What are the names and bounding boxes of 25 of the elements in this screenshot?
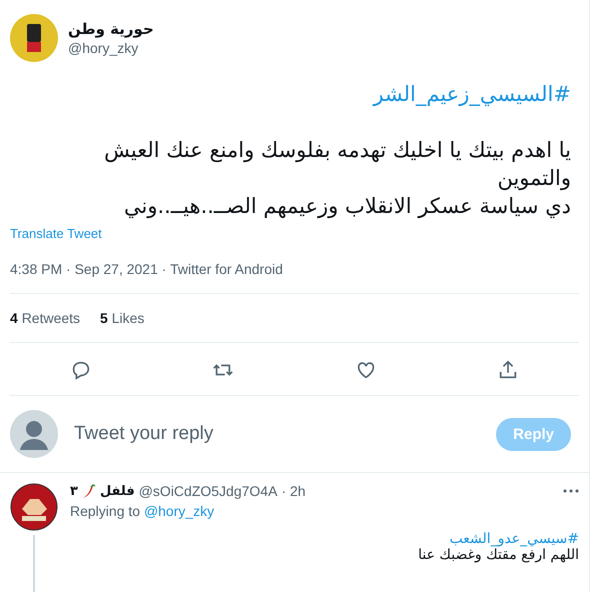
tweet-text: دي سياسة عسكر الانقلاب وزعيمهم الصــ..هيــ..وني bbox=[124, 194, 571, 218]
translate-link[interactable]: Translate Tweet bbox=[10, 226, 102, 241]
stat-label[interactable]: Likes bbox=[112, 310, 144, 326]
replying-label: Replying to bbox=[70, 503, 140, 519]
reply-author-suffix[interactable]: ٣ bbox=[70, 484, 78, 498]
pepper-icon bbox=[82, 483, 96, 499]
reply-handle[interactable]: @sOiCdZO5Jdg7O4A bbox=[138, 483, 278, 499]
avatar-icon[interactable] bbox=[10, 483, 58, 531]
hashtag-link[interactable]: #سيسي_عدو_الشعب bbox=[450, 531, 579, 547]
more-icon[interactable] bbox=[563, 489, 579, 493]
stat-count[interactable]: 5 bbox=[100, 310, 108, 326]
reply-author-name[interactable]: فلفل bbox=[100, 484, 135, 498]
hashtag-link[interactable]: #السيسي_زعيم_الشر bbox=[373, 82, 571, 106]
reply-text: اللهم ارفع مقتك وغضبك عنا bbox=[418, 547, 579, 563]
display-name[interactable]: حورية وطن bbox=[68, 20, 154, 38]
reply-time[interactable]: · 2h bbox=[281, 483, 306, 499]
tweet-text: والتموين bbox=[497, 166, 571, 190]
stat-label[interactable]: Retweets bbox=[22, 310, 80, 326]
tweet-text: يا اهدم بيتك يا اخليك تهدمه بفلوسك وامنع عنك العيش bbox=[104, 138, 571, 162]
stat-count[interactable]: 4 bbox=[10, 310, 18, 326]
avatar-icon bbox=[10, 410, 58, 458]
avatar-icon[interactable] bbox=[10, 14, 58, 62]
tweet-timestamp: 4:38 PM · Sep 27, 2021 · Twitter for Android bbox=[10, 261, 283, 277]
user-handle[interactable]: @hory_zky bbox=[68, 40, 154, 56]
mention-link[interactable]: @hory_zky bbox=[144, 503, 214, 519]
